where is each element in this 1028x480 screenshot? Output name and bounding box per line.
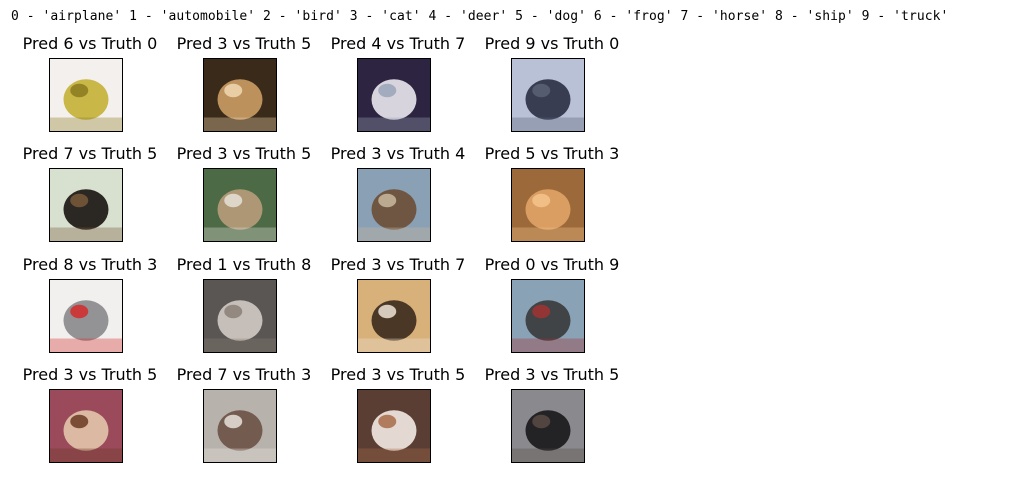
- prediction-cell: Pred 6 vs Truth 0: [13, 34, 167, 144]
- prediction-caption: Pred 7 vs Truth 5: [22, 144, 158, 163]
- prediction-caption: Pred 3 vs Truth 4: [330, 144, 466, 163]
- prediction-caption: Pred 7 vs Truth 3: [176, 365, 312, 384]
- prediction-cell: Pred 7 vs Truth 5: [13, 144, 167, 254]
- prediction-caption: Pred 9 vs Truth 0: [484, 34, 620, 53]
- prediction-caption: Pred 3 vs Truth 5: [176, 34, 312, 53]
- dog-on-book-thumbnail: [203, 168, 277, 242]
- prediction-caption: Pred 6 vs Truth 0: [22, 34, 158, 53]
- prediction-cell: Pred 3 vs Truth 5: [167, 144, 321, 254]
- truck-road-thumbnail: [511, 279, 585, 353]
- prediction-caption: Pred 8 vs Truth 3: [22, 255, 158, 274]
- sleeping-puppy-thumbnail: [357, 389, 431, 463]
- prediction-cell: Pred 7 vs Truth 3: [167, 365, 321, 475]
- horse-rider-desert-thumbnail: [357, 279, 431, 353]
- black-fluffy-dog-thumbnail: [511, 389, 585, 463]
- prediction-cell: Pred 8 vs Truth 3: [13, 255, 167, 365]
- prediction-cell: Pred 5 vs Truth 3: [475, 144, 629, 254]
- prediction-caption: Pred 0 vs Truth 9: [484, 255, 620, 274]
- prediction-cell: Pred 3 vs Truth 5: [475, 365, 629, 475]
- black-doberman-thumbnail: [49, 168, 123, 242]
- prediction-cell: Pred 3 vs Truth 5: [167, 34, 321, 144]
- gray-cat-red-toy-thumbnail: [49, 279, 123, 353]
- prediction-caption: Pred 1 vs Truth 8: [176, 255, 312, 274]
- prediction-caption: Pred 4 vs Truth 7: [330, 34, 466, 53]
- chihuahua-dog-thumbnail: [203, 58, 277, 132]
- prediction-caption: Pred 3 vs Truth 5: [330, 365, 466, 384]
- prediction-caption: Pred 5 vs Truth 3: [484, 144, 620, 163]
- prediction-cell: Pred 1 vs Truth 8: [167, 255, 321, 365]
- prediction-cell: Pred 3 vs Truth 7: [321, 255, 475, 365]
- prediction-cell: Pred 9 vs Truth 0: [475, 34, 629, 144]
- puppy-flowers-thumbnail: [49, 389, 123, 463]
- jet-airplane-thumbnail: [511, 58, 585, 132]
- prediction-caption: Pred 3 vs Truth 5: [176, 144, 312, 163]
- brown-white-cat-thumbnail: [203, 389, 277, 463]
- white-horse-rider-thumbnail: [357, 58, 431, 132]
- prediction-cell: Pred 3 vs Truth 5: [13, 365, 167, 475]
- orange-cat-thumbnail: [511, 168, 585, 242]
- yellow-airplane-thumbnail: [49, 58, 123, 132]
- prediction-caption: Pred 3 vs Truth 7: [330, 255, 466, 274]
- boat-hull-thumbnail: [203, 279, 277, 353]
- prediction-grid: Pred 6 vs Truth 0 Pred 3 vs Truth 5 Pred 4…: [0, 0, 1028, 480]
- prediction-cell: Pred 3 vs Truth 4: [321, 144, 475, 254]
- prediction-caption: Pred 3 vs Truth 5: [22, 365, 158, 384]
- prediction-caption: Pred 3 vs Truth 5: [484, 365, 620, 384]
- deer-head-thumbnail: [357, 168, 431, 242]
- prediction-cell: Pred 0 vs Truth 9: [475, 255, 629, 365]
- prediction-cell: Pred 3 vs Truth 5: [321, 365, 475, 475]
- prediction-cell: Pred 4 vs Truth 7: [321, 34, 475, 144]
